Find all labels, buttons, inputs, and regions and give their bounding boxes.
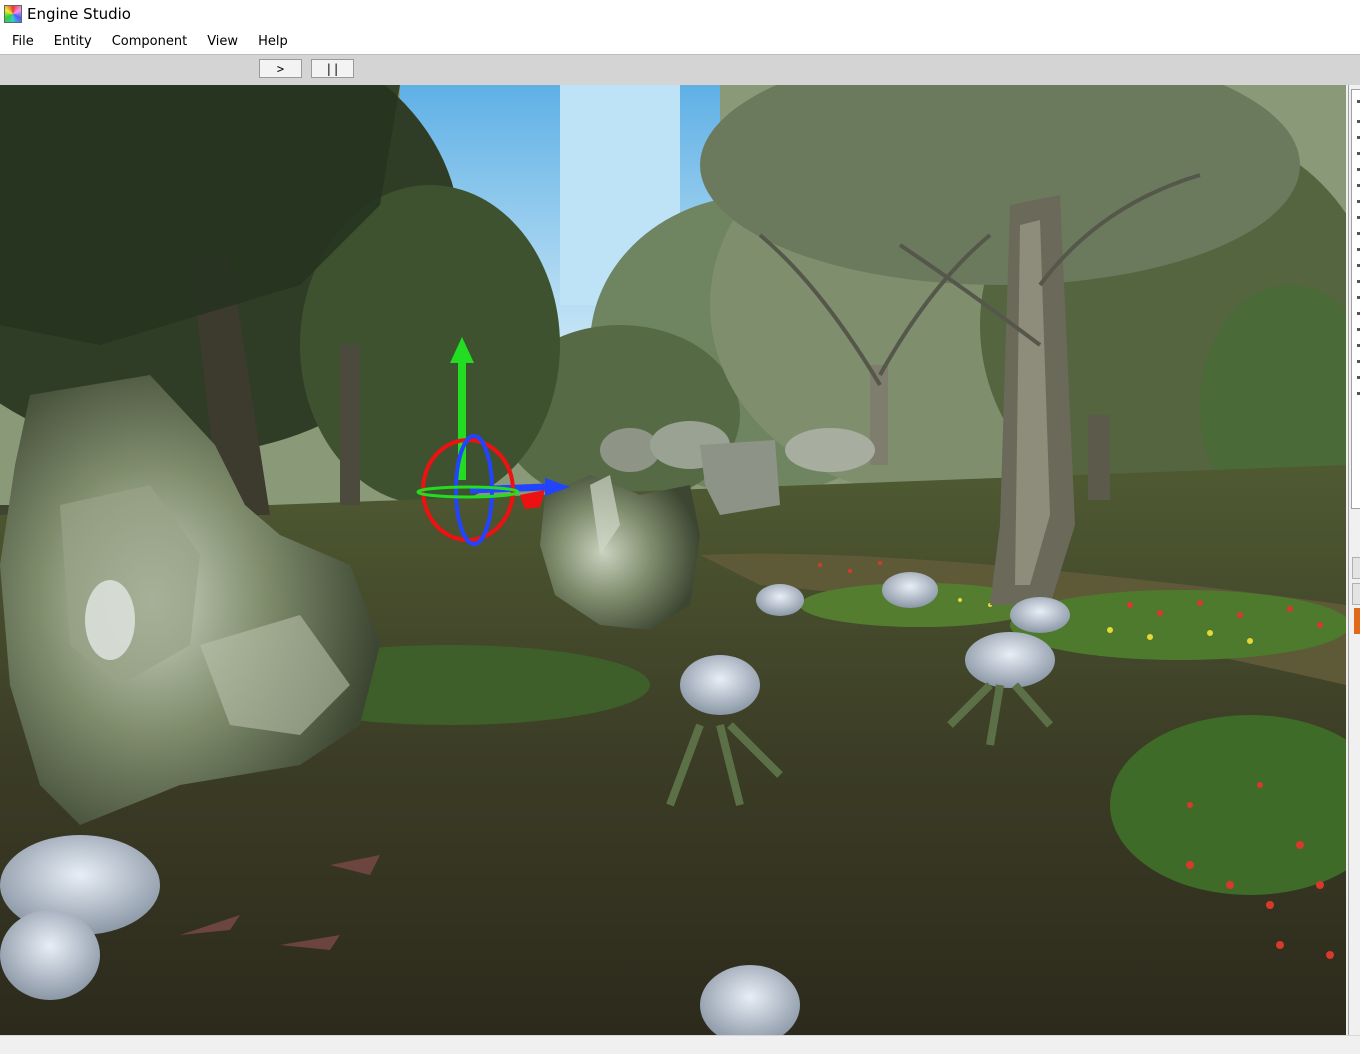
accent-marker[interactable]: [1354, 608, 1360, 634]
toolbar: > ||: [0, 54, 1360, 85]
title-bar: Engine Studio: [0, 0, 1360, 29]
inspector-panel: [1348, 85, 1360, 1035]
menu-entity[interactable]: Entity: [44, 29, 102, 54]
status-bar: [0, 1035, 1360, 1054]
pause-button[interactable]: ||: [311, 59, 354, 78]
scene-viewport[interactable]: [0, 85, 1346, 1035]
forest-scene-render: [0, 85, 1346, 1035]
property-list[interactable]: [1351, 89, 1360, 509]
menu-view[interactable]: View: [197, 29, 248, 54]
menu-help[interactable]: Help: [248, 29, 298, 54]
play-button[interactable]: >: [259, 59, 302, 78]
menu-component[interactable]: Component: [102, 29, 197, 54]
menu-bar: File Entity Component View Help: [0, 29, 1360, 54]
app-icon: [4, 5, 22, 23]
panel-control[interactable]: [1352, 557, 1360, 579]
panel-control[interactable]: [1352, 583, 1360, 605]
window-title: Engine Studio: [27, 5, 131, 23]
menu-file[interactable]: File: [0, 29, 44, 54]
